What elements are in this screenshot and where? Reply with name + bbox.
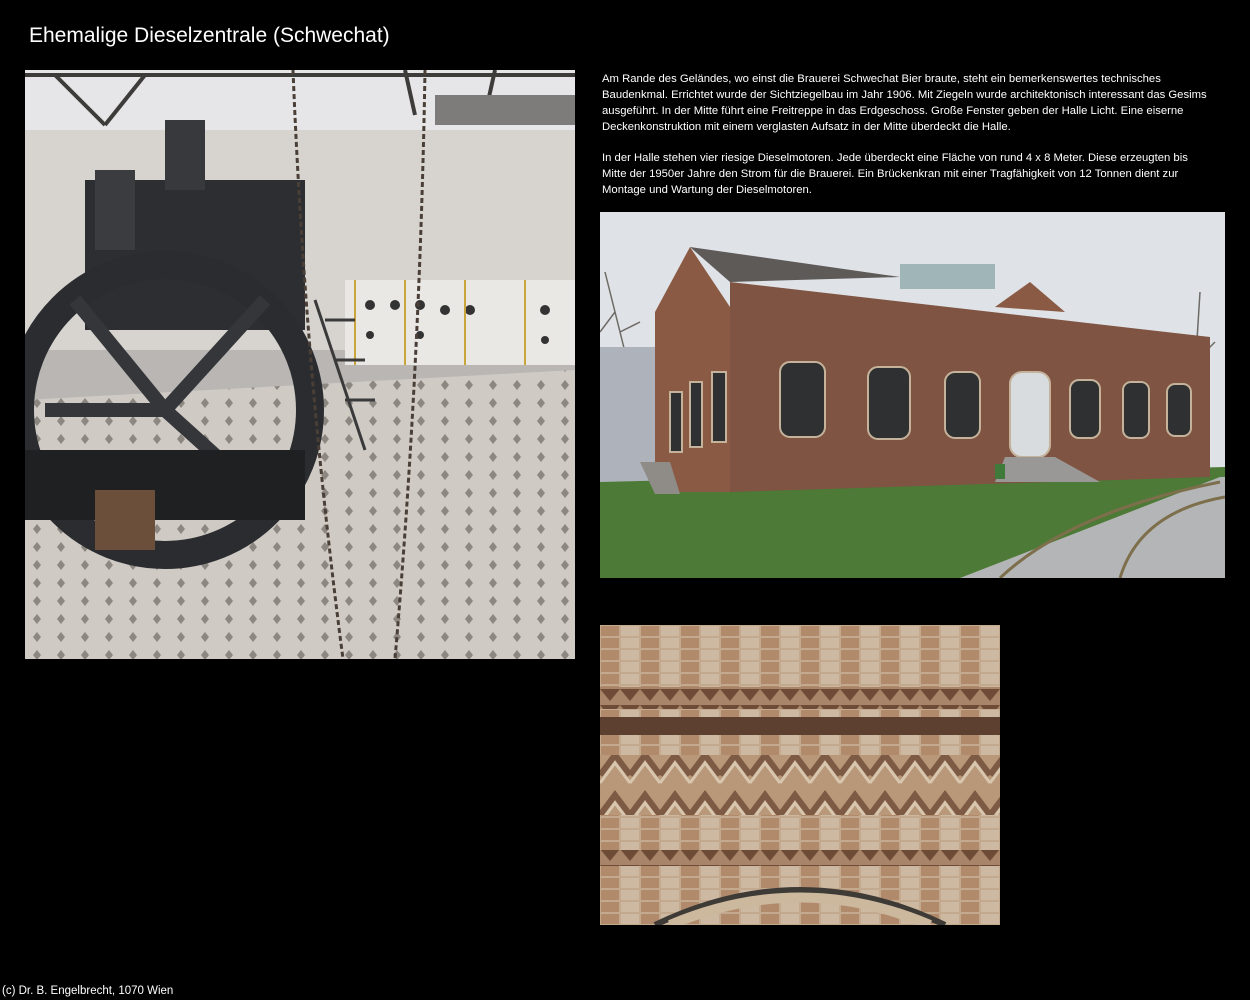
engine-hall-photo[interactable] (25, 70, 575, 659)
copyright-footer: (c) Dr. B. Engelbrecht, 1070 Wien (2, 985, 174, 997)
page-title: Ehemalige Dieselzentrale (Schwechat) (29, 24, 390, 47)
paragraph-engines: In der Halle stehen vier riesige Dieselm… (602, 152, 1188, 196)
paragraph-history: Am Rande des Geländes, wo einst die Brau… (602, 73, 1207, 133)
description-text: Am Rande des Geländes, wo einst die Brau… (602, 71, 1212, 213)
building-exterior-photo[interactable] (600, 212, 1225, 578)
brick-cornice-photo[interactable] (600, 625, 1000, 925)
